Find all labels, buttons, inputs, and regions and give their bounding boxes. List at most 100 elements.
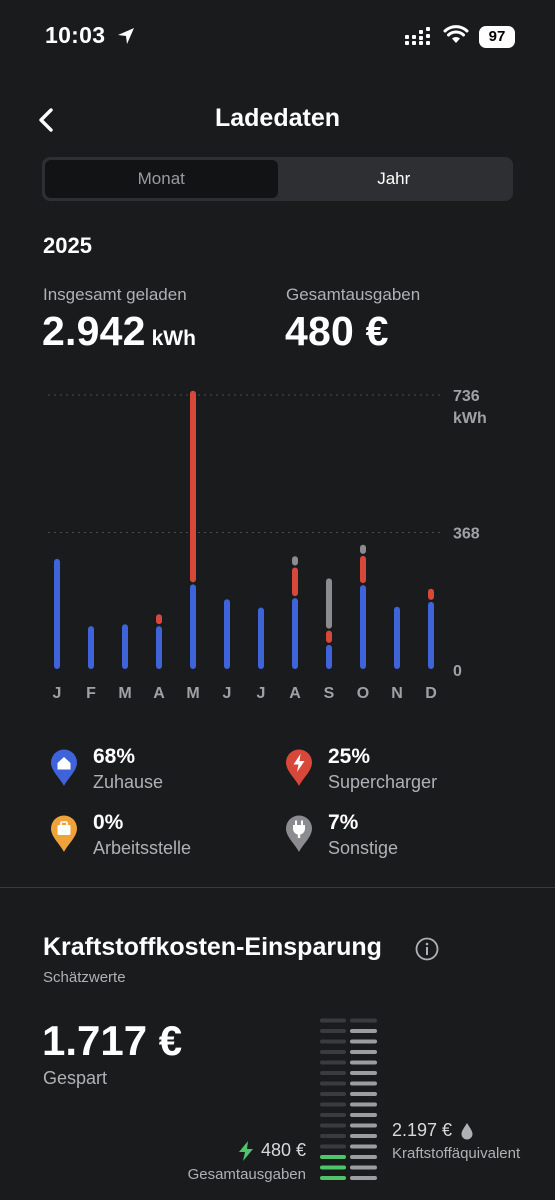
total-charged-value: 2.942 xyxy=(42,308,146,354)
bar-supercharger-4[interactable] xyxy=(190,390,196,583)
x-tick-label: A xyxy=(153,685,165,702)
gauge-spend-bar xyxy=(320,1050,346,1054)
selected-year: 2025 xyxy=(43,233,92,258)
fuel-drop-icon xyxy=(461,1122,473,1139)
gauge-equivalent-bar xyxy=(350,1123,377,1128)
gauge-equivalent-bar xyxy=(350,1050,377,1054)
legend-supercharger-name: Supercharger xyxy=(328,772,438,792)
wifi-icon xyxy=(443,25,469,43)
bar-zuhause-2[interactable] xyxy=(122,624,128,669)
gauge-equivalent-bar xyxy=(350,1029,377,1033)
gauge-spend-bar xyxy=(320,1176,346,1180)
gauge-equivalent-bar xyxy=(350,1081,377,1086)
gauge-equivalent: 2.197 € xyxy=(392,1120,474,1141)
x-tick-label: F xyxy=(86,685,96,702)
gauge-equivalent-bar xyxy=(350,1144,377,1149)
gauge-equivalent-bar xyxy=(350,1092,377,1096)
bar-zuhause-3[interactable] xyxy=(156,626,162,669)
fuel-savings-title: Kraftstoffkosten-Einsparung xyxy=(43,933,382,961)
legend-supercharger: 25% Supercharger xyxy=(285,744,437,794)
gauge-spend-bar xyxy=(320,1123,346,1128)
saved-label: Gespart xyxy=(43,1068,108,1088)
x-tick-label: D xyxy=(425,685,437,702)
total-spend-label: Gesamtausgaben xyxy=(286,285,421,304)
x-tick-label: J xyxy=(257,685,266,702)
info-icon[interactable] xyxy=(415,937,439,961)
legend-other-name: Sonstige xyxy=(328,838,399,858)
gauge-spend-bar xyxy=(320,1165,346,1170)
gauge-equivalent-bar xyxy=(350,1165,377,1170)
gauge-equivalent-bar xyxy=(350,1134,377,1138)
gauge-equivalent-bar xyxy=(350,1113,377,1117)
gauge-spend-bar xyxy=(320,1144,346,1149)
y-tick-label: 736 xyxy=(453,388,480,405)
legend-work: 0% Arbeitsstelle xyxy=(50,810,191,860)
bar-zuhause-8[interactable] xyxy=(326,644,332,669)
x-tick-label: M xyxy=(186,685,199,702)
bar-zuhause-0[interactable] xyxy=(54,558,60,669)
tab-month[interactable]: Monat xyxy=(45,160,278,198)
bar-zuhause-11[interactable] xyxy=(428,601,434,669)
bar-zuhause-6[interactable] xyxy=(258,607,264,669)
gauge-spend-bar xyxy=(320,1113,346,1117)
y-tick-label: 368 xyxy=(453,526,480,543)
legend-work-pct: 0% xyxy=(93,811,124,834)
gauge-equivalent-bar xyxy=(350,1060,377,1065)
tab-year[interactable]: Jahr xyxy=(278,160,511,198)
charging-bar-chart: 736 kWh 368 0 J F M A M J J A S O N D xyxy=(48,388,487,702)
supercharger-pin-icon xyxy=(286,749,312,786)
work-pin-icon xyxy=(51,815,77,852)
x-tick-label: J xyxy=(223,685,232,702)
legend-work-name: Arbeitsstelle xyxy=(93,838,192,858)
gauge-spend-bar xyxy=(320,1060,346,1065)
gauge-spend-bar xyxy=(320,1081,346,1086)
cellular-signal-icon xyxy=(405,27,430,45)
gauge-equivalent-bar xyxy=(350,1176,377,1180)
gauge-equivalent-bar xyxy=(350,1018,377,1023)
bar-zuhause-10[interactable] xyxy=(394,606,400,669)
bar-supercharger-8[interactable] xyxy=(326,630,332,643)
gauge-equivalent-value: 2.197 € xyxy=(392,1120,453,1140)
bar-zuhause-1[interactable] xyxy=(88,626,94,669)
gauge-spend-value: 480 € xyxy=(260,1140,306,1160)
period-segmented-control: Monat Jahr xyxy=(42,157,513,201)
x-tick-label: S xyxy=(324,685,335,702)
bar-supercharger-7[interactable] xyxy=(292,567,298,597)
legend-supercharger-pct: 25% xyxy=(328,745,371,768)
plug-pin-icon xyxy=(286,815,312,852)
x-tick-label: A xyxy=(289,685,301,702)
gauge-spend-bar xyxy=(320,1071,346,1075)
legend-home: 68% Zuhause xyxy=(50,744,163,794)
gauge-spend-bar xyxy=(320,1039,346,1044)
y-tick-label: 0 xyxy=(453,663,462,680)
total-spend-value: 480 € xyxy=(285,308,389,354)
bar-supercharger-11[interactable] xyxy=(428,588,434,600)
bar-zuhause-5[interactable] xyxy=(224,599,230,669)
total-charged: 2.942 kWh xyxy=(42,308,196,355)
gauge-equivalent-bar xyxy=(350,1071,377,1075)
y-unit-label: kWh xyxy=(453,410,487,427)
bar-supercharger-9[interactable] xyxy=(360,555,366,584)
status-time: 10:03 xyxy=(45,22,106,48)
legend-home-name: Zuhause xyxy=(93,772,164,792)
bar-sonstige-9[interactable] xyxy=(360,544,366,554)
gauge-spend-bar xyxy=(320,1155,346,1159)
fuel-savings-subtitle: Schätzwerte xyxy=(43,969,126,986)
bar-sonstige-7[interactable] xyxy=(292,556,298,566)
bar-zuhause-9[interactable] xyxy=(360,585,366,669)
gauge-equivalent-bar xyxy=(350,1155,377,1159)
gauge-spend-label: Gesamtausgaben xyxy=(187,1166,306,1183)
battery-indicator: 97 xyxy=(479,26,515,48)
legend-other: 7% Sonstige xyxy=(285,810,398,860)
location-arrow-icon xyxy=(118,28,134,44)
bar-supercharger-3[interactable] xyxy=(156,614,162,625)
gauge-spend: 480 € xyxy=(200,1140,306,1161)
bar-sonstige-8[interactable] xyxy=(326,578,332,629)
gauge-spend-bar xyxy=(320,1102,346,1107)
bar-zuhause-7[interactable] xyxy=(292,598,298,669)
bar-zuhause-4[interactable] xyxy=(190,584,196,669)
bolt-icon xyxy=(238,1140,253,1161)
gauge-spend-bar xyxy=(320,1018,346,1023)
gauge-spend-bar xyxy=(320,1134,346,1138)
section-divider xyxy=(0,887,555,888)
